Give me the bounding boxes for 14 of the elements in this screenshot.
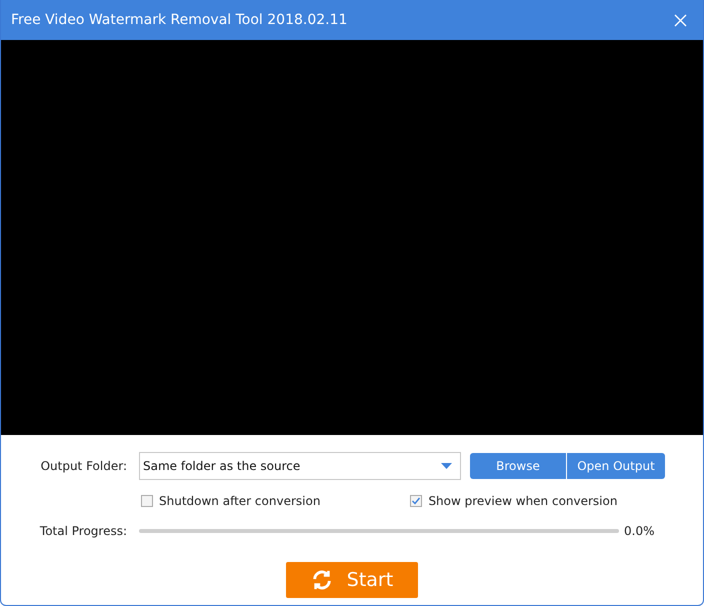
browse-button[interactable]: Browse (470, 453, 566, 479)
progress-label: Total Progress: (38, 524, 128, 538)
open-output-button[interactable]: Open Output (567, 453, 665, 479)
checkbox-option[interactable]: Shutdown after conversion (141, 494, 320, 508)
caret-icon (441, 463, 452, 469)
progress-reading: 0.0% (624, 524, 654, 538)
field-label: Output Folder: (40, 459, 128, 473)
folder-dropdown[interactable]: Same folder as the source (139, 452, 461, 480)
checkbox-option[interactable]: Show preview when conversion (410, 494, 618, 508)
checkbox[interactable] (410, 495, 422, 507)
refresh-icon (310, 569, 333, 591)
close-icon[interactable] (674, 14, 687, 26)
checkbox[interactable] (141, 495, 153, 507)
window-title: Free Video Watermark Removal Tool 2018.02.11 (11, 12, 348, 28)
